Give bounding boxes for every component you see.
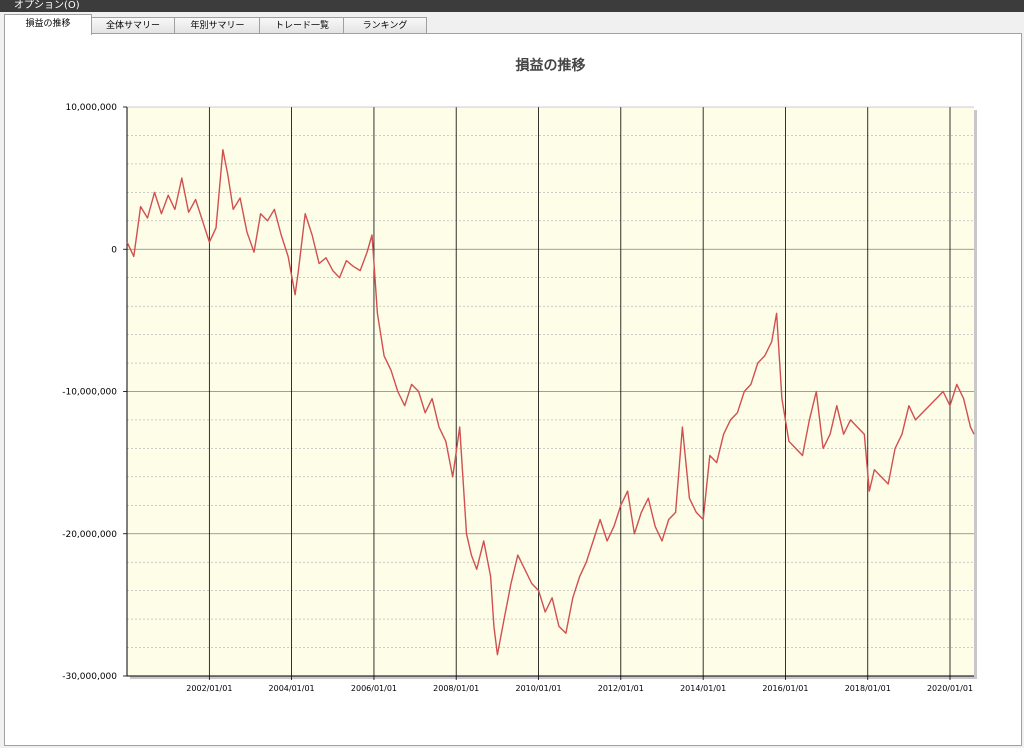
x-tick-label: 2020/01/01 xyxy=(927,684,973,693)
y-tick-label: -20,000,000 xyxy=(62,530,117,540)
x-tick-label: 2010/01/01 xyxy=(516,684,562,693)
y-tick-label: -30,000,000 xyxy=(62,672,117,682)
x-tick-label: 2014/01/01 xyxy=(680,684,726,693)
tab-pl-trend[interactable]: 損益の推移 xyxy=(4,14,92,35)
x-tick-label: 2018/01/01 xyxy=(845,684,891,693)
x-tick-label: 2006/01/01 xyxy=(351,684,397,693)
x-tick-label: 2002/01/01 xyxy=(186,684,232,693)
x-tick-label: 2004/01/01 xyxy=(269,684,315,693)
x-tick-label: 2016/01/01 xyxy=(762,684,808,693)
chart-title: 損益の推移 xyxy=(516,57,586,74)
pl-chart: 損益の推移 10,000,000 0 -10,000,000 -20,000,000 -3… xyxy=(62,57,977,693)
y-tick-label: -10,000,000 xyxy=(62,388,117,398)
x-tick-label: 2012/01/01 xyxy=(598,684,644,693)
x-tick-label: 2008/01/01 xyxy=(433,684,479,693)
y-tick-label: 0 xyxy=(111,245,117,255)
y-tick-label: 10,000,000 xyxy=(65,103,117,113)
